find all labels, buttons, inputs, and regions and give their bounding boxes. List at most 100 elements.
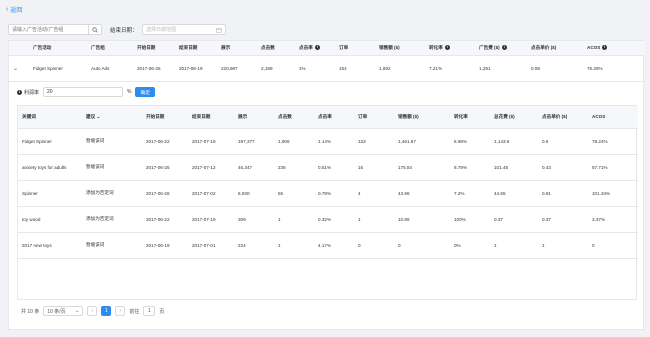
info-icon[interactable]: i <box>314 45 320 51</box>
next-page-button[interactable]: › <box>115 306 126 316</box>
expand-column-header <box>9 41 29 56</box>
search-input[interactable] <box>8 24 88 35</box>
cell-end-date: 2017-08-19 <box>175 55 217 82</box>
page-number-current[interactable]: 1 <box>101 306 112 316</box>
column-header-suggestion-label: 建议 <box>86 113 96 119</box>
cell-total-spend: 1,143.6 <box>490 128 538 155</box>
cell-keyword: anxiety toys for adults <box>18 154 82 181</box>
cell-end-date: 2017-07-01 <box>188 232 234 259</box>
keyword-header-row: 关键词 建议 ⌄ 开始日期 结束日期 展示 点击数 点击率 订单 销售额 ($)… <box>18 106 638 129</box>
cell-conversion: 6.98% <box>450 128 490 155</box>
column-header-impressions-label: 展示 <box>221 44 231 50</box>
cell-sales: 10.89 <box>394 206 450 233</box>
cell-clicks: 236 <box>274 154 314 181</box>
cell-total-spend: 101.48 <box>490 154 538 181</box>
column-header-ad-group: 广告组 <box>87 41 133 56</box>
info-icon[interactable]: i <box>17 89 22 95</box>
cell-orders: 154 <box>335 55 375 82</box>
cell-cpc: 0.43 <box>538 154 588 181</box>
column-header-orders-label: 订单 <box>339 44 349 50</box>
column-header-conversion: 转化率 <box>450 106 490 129</box>
cell-orders: 0 <box>354 232 394 259</box>
column-header-clicks-label: 点击数 <box>261 44 275 50</box>
chevron-down-icon[interactable]: ⌄ <box>13 66 18 72</box>
cell-acos: 76.28% <box>583 55 645 82</box>
cell-impressions: 46,347 <box>234 154 274 181</box>
keyword-table: 关键词 建议 ⌄ 开始日期 结束日期 展示 点击数 点击率 订单 销售额 ($)… <box>18 106 638 259</box>
page-size-select[interactable]: 10 条/页 ⌄ <box>43 306 84 316</box>
column-header-acos-label: ACOS <box>587 45 601 51</box>
page-unit-label: 页 <box>159 308 165 315</box>
cell-orders: 4 <box>354 180 394 207</box>
cell-orders: 133 <box>354 128 394 155</box>
cell-ctr: 0.79% <box>314 180 354 207</box>
cell-suggestion: 暂缓该词 <box>82 128 142 155</box>
column-header-clicks: 点击数 <box>257 41 295 56</box>
cell-total-spend: 1 <box>490 232 538 259</box>
info-icon[interactable]: i <box>444 45 450 51</box>
info-icon[interactable]: i <box>602 45 608 51</box>
cell-suggestion: 暂缓该词 <box>82 154 142 181</box>
campaign-row[interactable]: ⌄ Fidget Spinner Auto Ads 2017-06-25 201… <box>9 55 645 82</box>
cell-cpc: 0.59 <box>527 55 583 82</box>
cell-clicks: 1,906 <box>274 128 314 155</box>
info-icon[interactable]: i <box>501 45 507 51</box>
cell-ctr: 4.17% <box>314 232 354 259</box>
column-header-orders: 订单 <box>354 106 394 129</box>
cell-ctr: 0.51% <box>314 154 354 181</box>
cell-orders: 1 <box>354 206 394 233</box>
cell-end-date: 2017-07-19 <box>188 206 234 233</box>
column-header-orders: 订单 <box>335 41 375 56</box>
pagination: 共 10 条 10 条/页 ⌄ ‹ 1 › 前往 1 页 <box>21 306 164 316</box>
cell-ad-group: Auto Ads <box>87 55 133 82</box>
goto-page-input[interactable]: 1 <box>143 306 156 316</box>
cell-sales: 0 <box>394 232 450 259</box>
campaign-header-row: 广告活动 广告组 开始日期 结束日期 展示 点击数 点击率 i 订单 销售额 ($… <box>9 41 645 56</box>
page-size-value: 10 条/页 <box>47 308 66 315</box>
search-button[interactable] <box>88 24 102 35</box>
column-header-end-date: 结束日期 <box>175 41 217 56</box>
cell-start-date: 2017-06-25 <box>142 154 188 181</box>
date-range-input[interactable]: 选择日期范围 <box>142 24 226 35</box>
confirm-button[interactable]: 确定 <box>135 87 156 97</box>
cell-end-date: 2017-07-19 <box>188 128 234 155</box>
cell-campaign: Fidget Spinner <box>29 55 87 82</box>
table-row[interactable]: anxiety toys for adults 暂缓该词 2017-06-25 … <box>18 154 638 181</box>
cell-suggestion: 添加为否定词 <box>82 180 142 207</box>
back-link[interactable]: ‹ 返回 <box>6 5 22 14</box>
date-filter-label: 结束日期： <box>110 28 138 34</box>
column-header-impressions: 展示 <box>217 41 257 56</box>
prev-page-button[interactable]: ‹ <box>87 306 98 316</box>
column-header-total-spend: 总花费 ($) <box>490 106 538 129</box>
cell-impressions: 6,930 <box>234 180 274 207</box>
profit-margin-input[interactable]: 20 <box>43 87 124 97</box>
goto-label: 前往 <box>129 308 140 315</box>
column-header-suggestion[interactable]: 建议 ⌄ <box>82 106 142 129</box>
table-row[interactable]: toy wood 添加为否定词 2017-06-22 2017-07-19 30… <box>18 206 638 233</box>
cell-conversion: 7.2% <box>450 180 490 207</box>
column-header-acos: ACOS <box>588 106 638 129</box>
cell-start-date: 2017-06-19 <box>142 232 188 259</box>
page: ‹ 返回 结束日期： 选择日期范围 广告活动 <box>0 0 650 337</box>
percent-unit: % <box>127 89 132 95</box>
chevron-down-icon[interactable]: ⌄ <box>96 114 100 119</box>
column-header-ctr: 点击率 i <box>295 41 335 56</box>
cell-clicks: 55 <box>274 180 314 207</box>
column-header-conversion-label: 转化率 <box>429 44 443 50</box>
table-row[interactable]: Fidget Spinner 暂缓该词 2017-06-22 2017-07-1… <box>18 128 638 155</box>
table-row[interactable]: Spinner 添加为否定词 2017-06-26 2017-07-02 6,9… <box>18 180 638 207</box>
cell-start-date: 2017-06-26 <box>142 180 188 207</box>
column-header-sales: 销售额 ($) <box>394 106 450 129</box>
table-row[interactable]: 2017 new toys 暂缓该词 2017-06-19 2017-07-01… <box>18 232 638 259</box>
back-label: 返回 <box>10 8 23 14</box>
cell-acos: 57.71% <box>588 154 638 181</box>
chevron-down-icon: ⌄ <box>75 308 80 314</box>
column-header-start-date: 开始日期 <box>142 106 188 129</box>
cell-clicks: 1 <box>274 232 314 259</box>
cell-cpc: 0.6 <box>538 128 588 155</box>
cell-sales: 43.96 <box>394 180 450 207</box>
expand-toggle[interactable]: ⌄ <box>9 55 29 82</box>
cell-sales: 1,461.67 <box>394 128 450 155</box>
cell-suggestion: 暂缓该词 <box>82 232 142 259</box>
column-header-start-date: 开始日期 <box>133 41 175 56</box>
